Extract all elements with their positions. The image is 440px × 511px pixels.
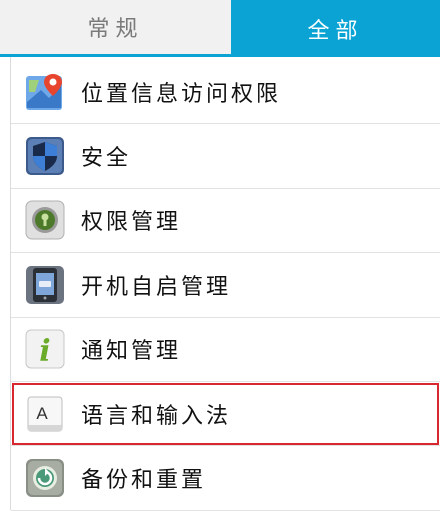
settings-item-notification-management[interactable]: i 通知管理 <box>11 318 440 382</box>
keyboard-key-icon: A <box>25 394 65 434</box>
svg-text:i: i <box>39 334 50 369</box>
settings-list: 位置信息访问权限 安全 权限管理 开机自启管理 i 通知管理 A 语言和输入法 … <box>11 60 440 511</box>
settings-item-language-input[interactable]: A 语言和输入法 <box>11 382 440 447</box>
svg-text:A: A <box>36 404 48 423</box>
settings-item-label: 备份和重置 <box>81 468 207 494</box>
settings-item-label: 语言和输入法 <box>81 403 232 429</box>
settings-item-label: 开机自启管理 <box>81 274 232 300</box>
info-icon: i <box>25 329 65 369</box>
lock-icon <box>25 200 65 240</box>
settings-item-location-access[interactable]: 位置信息访问权限 <box>11 60 440 125</box>
shield-icon <box>25 136 65 176</box>
settings-item-security[interactable]: 安全 <box>11 124 440 189</box>
settings-item-label: 权限管理 <box>81 210 182 236</box>
settings-item-label: 安全 <box>81 146 132 172</box>
phone-icon <box>25 265 65 305</box>
settings-item-backup-reset[interactable]: 备份和重置 <box>11 446 440 511</box>
tab-bar: 常规 全部 <box>0 0 440 57</box>
location-icon <box>25 72 65 112</box>
tab-general[interactable]: 常规 <box>0 0 231 57</box>
settings-item-startup-management[interactable]: 开机自启管理 <box>11 253 440 318</box>
settings-item-label: 位置信息访问权限 <box>81 81 282 107</box>
backup-restore-icon <box>25 458 65 498</box>
settings-item-label: 通知管理 <box>81 339 182 365</box>
settings-item-permissions[interactable]: 权限管理 <box>11 189 440 254</box>
tab-all[interactable]: 全部 <box>231 0 440 57</box>
